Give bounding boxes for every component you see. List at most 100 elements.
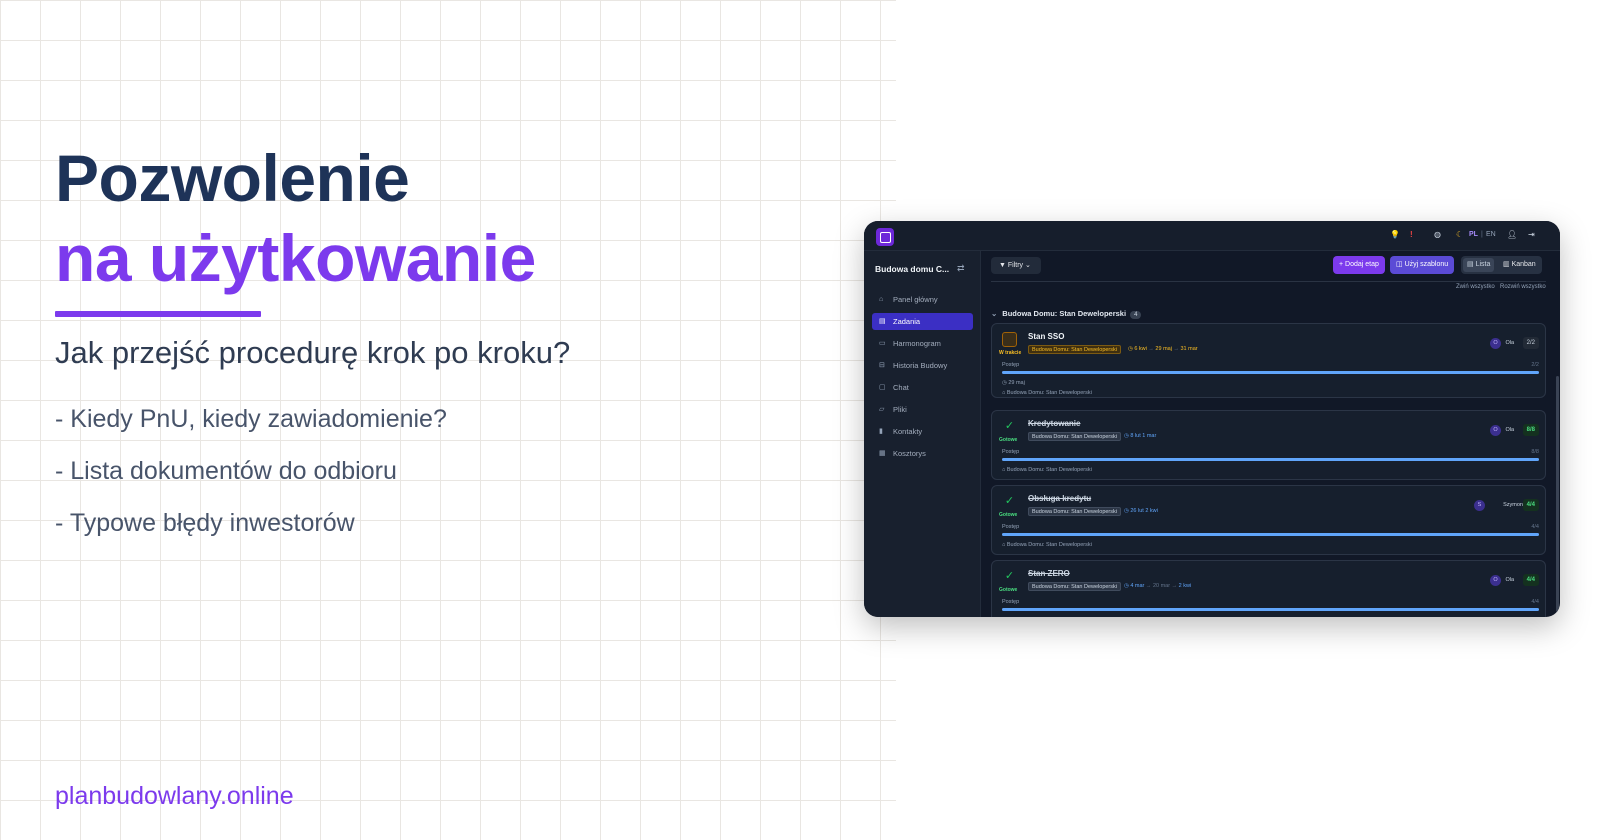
sidebar: Budowa domu C... ⇄ ⌂ Panel główny ▤ Zadani…	[864, 251, 981, 617]
collapse-all-link[interactable]: Zwiń wszystko	[1456, 284, 1495, 290]
globe-icon[interactable]: ◍	[1434, 230, 1441, 239]
sidebar-item-label: Harmonogram	[893, 339, 941, 348]
card-footer-label: Budowa Domu: Stan Deweloperski	[1006, 542, 1092, 548]
date-range: ◷ 26 lut 2 kwi	[1124, 508, 1158, 514]
task-card[interactable]: ✓ Gotowe Stan ZERO Budowa Domu: Stan Dew…	[991, 560, 1546, 617]
site-url: planbudowlany.online	[55, 782, 294, 810]
task-title: Stan SSO	[1028, 332, 1065, 341]
calendar-icon: ▭	[879, 340, 886, 347]
app-logo[interactable]	[876, 228, 894, 246]
use-template-button[interactable]: ◫ Użyj szablonu	[1390, 256, 1455, 274]
folder-icon: ▱	[879, 406, 885, 413]
group-title: Budowa Domu: Stan Deweloperski	[1002, 309, 1127, 318]
switch-project-icon[interactable]: ⇄	[957, 263, 965, 274]
chevron-down-icon: ⌄	[1023, 262, 1031, 269]
sidebar-item-label: Kosztorys	[893, 449, 926, 458]
subtask-count: 2/2	[1522, 337, 1539, 349]
task-card[interactable]: W trakcie Stan SSO Budowa Domu: Stan Dew…	[991, 323, 1546, 398]
date-end: 2 kwi	[1178, 583, 1192, 589]
sidebar-item-zadania[interactable]: ▤ Zadania	[872, 313, 973, 330]
avatar: O	[1490, 338, 1501, 349]
date-mid: 29 maj	[1155, 346, 1172, 352]
view-toggle: ▤ Lista ▥ Kanban	[1461, 256, 1542, 274]
progress-bar	[1002, 608, 1539, 611]
lang-pl-button[interactable]: PL	[1469, 231, 1478, 238]
building-icon	[1002, 332, 1017, 347]
sidebar-item-chat[interactable]: ▢ Chat	[872, 379, 973, 396]
promo-text-panel: Pozwolenie na użytkowanie Jak przejść pr…	[55, 0, 875, 840]
card-footer-label: Budowa Domu: Stan Deweloperski	[1006, 467, 1092, 473]
filters-label: Filtry	[1007, 262, 1024, 269]
subtask-count: 4/4	[1522, 499, 1539, 511]
calculator-icon: ▦	[879, 450, 886, 457]
sidebar-item-label: Historia Budowy	[893, 361, 948, 370]
app-topbar: 💡 ! ◍ ☾ PL | EN 👤︎ ⇥	[864, 221, 1560, 251]
app-screenshot: 💡 ! ◍ ☾ PL | EN 👤︎ ⇥ Budowa domu C... ⇄ …	[864, 221, 1560, 617]
sidebar-item-harmonogram[interactable]: ▭ Harmonogram	[872, 335, 973, 352]
progress-label: Postęp	[1002, 362, 1020, 368]
task-title: Stan ZERO	[1028, 569, 1070, 578]
headline-underline	[55, 311, 261, 317]
date-end: 31 mar	[1180, 346, 1198, 352]
card-footer: ⌂ Budowa Domu: Stan Deweloperski	[1002, 390, 1092, 396]
progress-label: Postęp	[1002, 599, 1020, 605]
subtitle: Jak przejść procedurę krok po kroku?	[55, 335, 571, 370]
moon-icon[interactable]: ☾	[1456, 230, 1463, 239]
user-icon[interactable]: 👤︎	[1507, 230, 1517, 239]
progress-label: Postęp	[1002, 449, 1020, 455]
headline-line-2: na użytkowanie	[55, 221, 536, 295]
expand-all-link[interactable]: Rozwiń wszystko	[1500, 284, 1546, 290]
scrollbar[interactable]	[1556, 376, 1559, 612]
status-badge: Gotowe	[999, 587, 1018, 593]
task-card[interactable]: ✓ Gotowe Obsługa kredytu Budowa Domu: St…	[991, 485, 1546, 555]
logout-icon[interactable]: ⇥	[1528, 230, 1535, 239]
lang-en-button[interactable]: EN	[1486, 231, 1496, 238]
sidebar-item-label: Chat	[893, 383, 909, 392]
chevron-down-icon: ⌄	[991, 309, 998, 318]
contacts-icon: ▮	[879, 428, 883, 435]
lightbulb-icon[interactable]: 💡	[1390, 230, 1400, 239]
due-date: ◷ 29 maj	[1002, 380, 1025, 386]
view-list-button[interactable]: ▤ Lista	[1463, 258, 1495, 272]
progress-label: Postęp	[1002, 524, 1020, 530]
headline-line-1: Pozwolenie	[55, 141, 410, 215]
progress-value: 4/4	[1531, 599, 1539, 605]
sidebar-item-historia[interactable]: ⊟ Historia Budowy	[872, 357, 973, 374]
avatar: O	[1490, 425, 1501, 436]
alert-icon[interactable]: !	[1410, 230, 1413, 239]
sidebar-item-kosztorys[interactable]: ▦ Kosztorys	[872, 445, 973, 462]
filters-button[interactable]: ▼ Filtry ⌄	[991, 257, 1041, 274]
task-card[interactable]: ✓ Gotowe Kredytowanie Budowa Domu: Stan …	[991, 410, 1546, 480]
task-title: Obsługa kredytu	[1028, 494, 1092, 503]
sidebar-item-pliki[interactable]: ▱ Pliki	[872, 401, 973, 418]
progress-bar	[1002, 458, 1539, 461]
check-icon: ✓	[1004, 420, 1015, 432]
stage-group-header[interactable]: ⌄ Budowa Domu: Stan Deweloperski 4	[991, 309, 1142, 319]
date-start: 4 mar	[1130, 583, 1145, 589]
task-tag: Budowa Domu: Stan Deweloperski	[1028, 507, 1121, 516]
avatar: O	[1490, 575, 1501, 586]
template-icon: ◫	[1396, 261, 1405, 268]
card-footer: ⌂ Budowa Domu: Stan Deweloperski	[1002, 467, 1092, 473]
status-badge: Gotowe	[999, 512, 1018, 518]
project-name[interactable]: Budowa domu C...	[875, 264, 949, 274]
sidebar-item-label: Panel główny	[893, 295, 938, 304]
view-kanban-button[interactable]: ▥ Kanban	[1499, 258, 1540, 272]
view-kanban-label: Kanban	[1511, 261, 1536, 268]
sidebar-item-label: Pliki	[893, 405, 907, 414]
sidebar-item-panel-glowny[interactable]: ⌂ Panel główny	[872, 291, 973, 308]
card-footer: ⌂ Budowa Domu: Stan Deweloperski	[1002, 542, 1092, 548]
sidebar-item-kontakty[interactable]: ▮ Kontakty	[872, 423, 973, 440]
date-mid: 20 mar	[1152, 583, 1171, 589]
view-list-label: Lista	[1475, 261, 1491, 268]
progress-fill	[1002, 533, 1539, 536]
home-icon: ⌂	[879, 296, 884, 303]
filter-icon: ▼	[999, 262, 1008, 269]
date-range: ◷ 4 mar → 20 mar → 2 kwi	[1124, 583, 1192, 589]
date-start: 26 lut	[1130, 508, 1144, 514]
progress-fill	[1002, 608, 1539, 611]
due-date-value: 29 maj	[1008, 380, 1025, 386]
sidebar-item-label: Kontakty	[893, 427, 923, 436]
add-stage-button[interactable]: + Dodaj etap	[1333, 256, 1385, 274]
date-end: 2 kwi	[1145, 508, 1158, 514]
